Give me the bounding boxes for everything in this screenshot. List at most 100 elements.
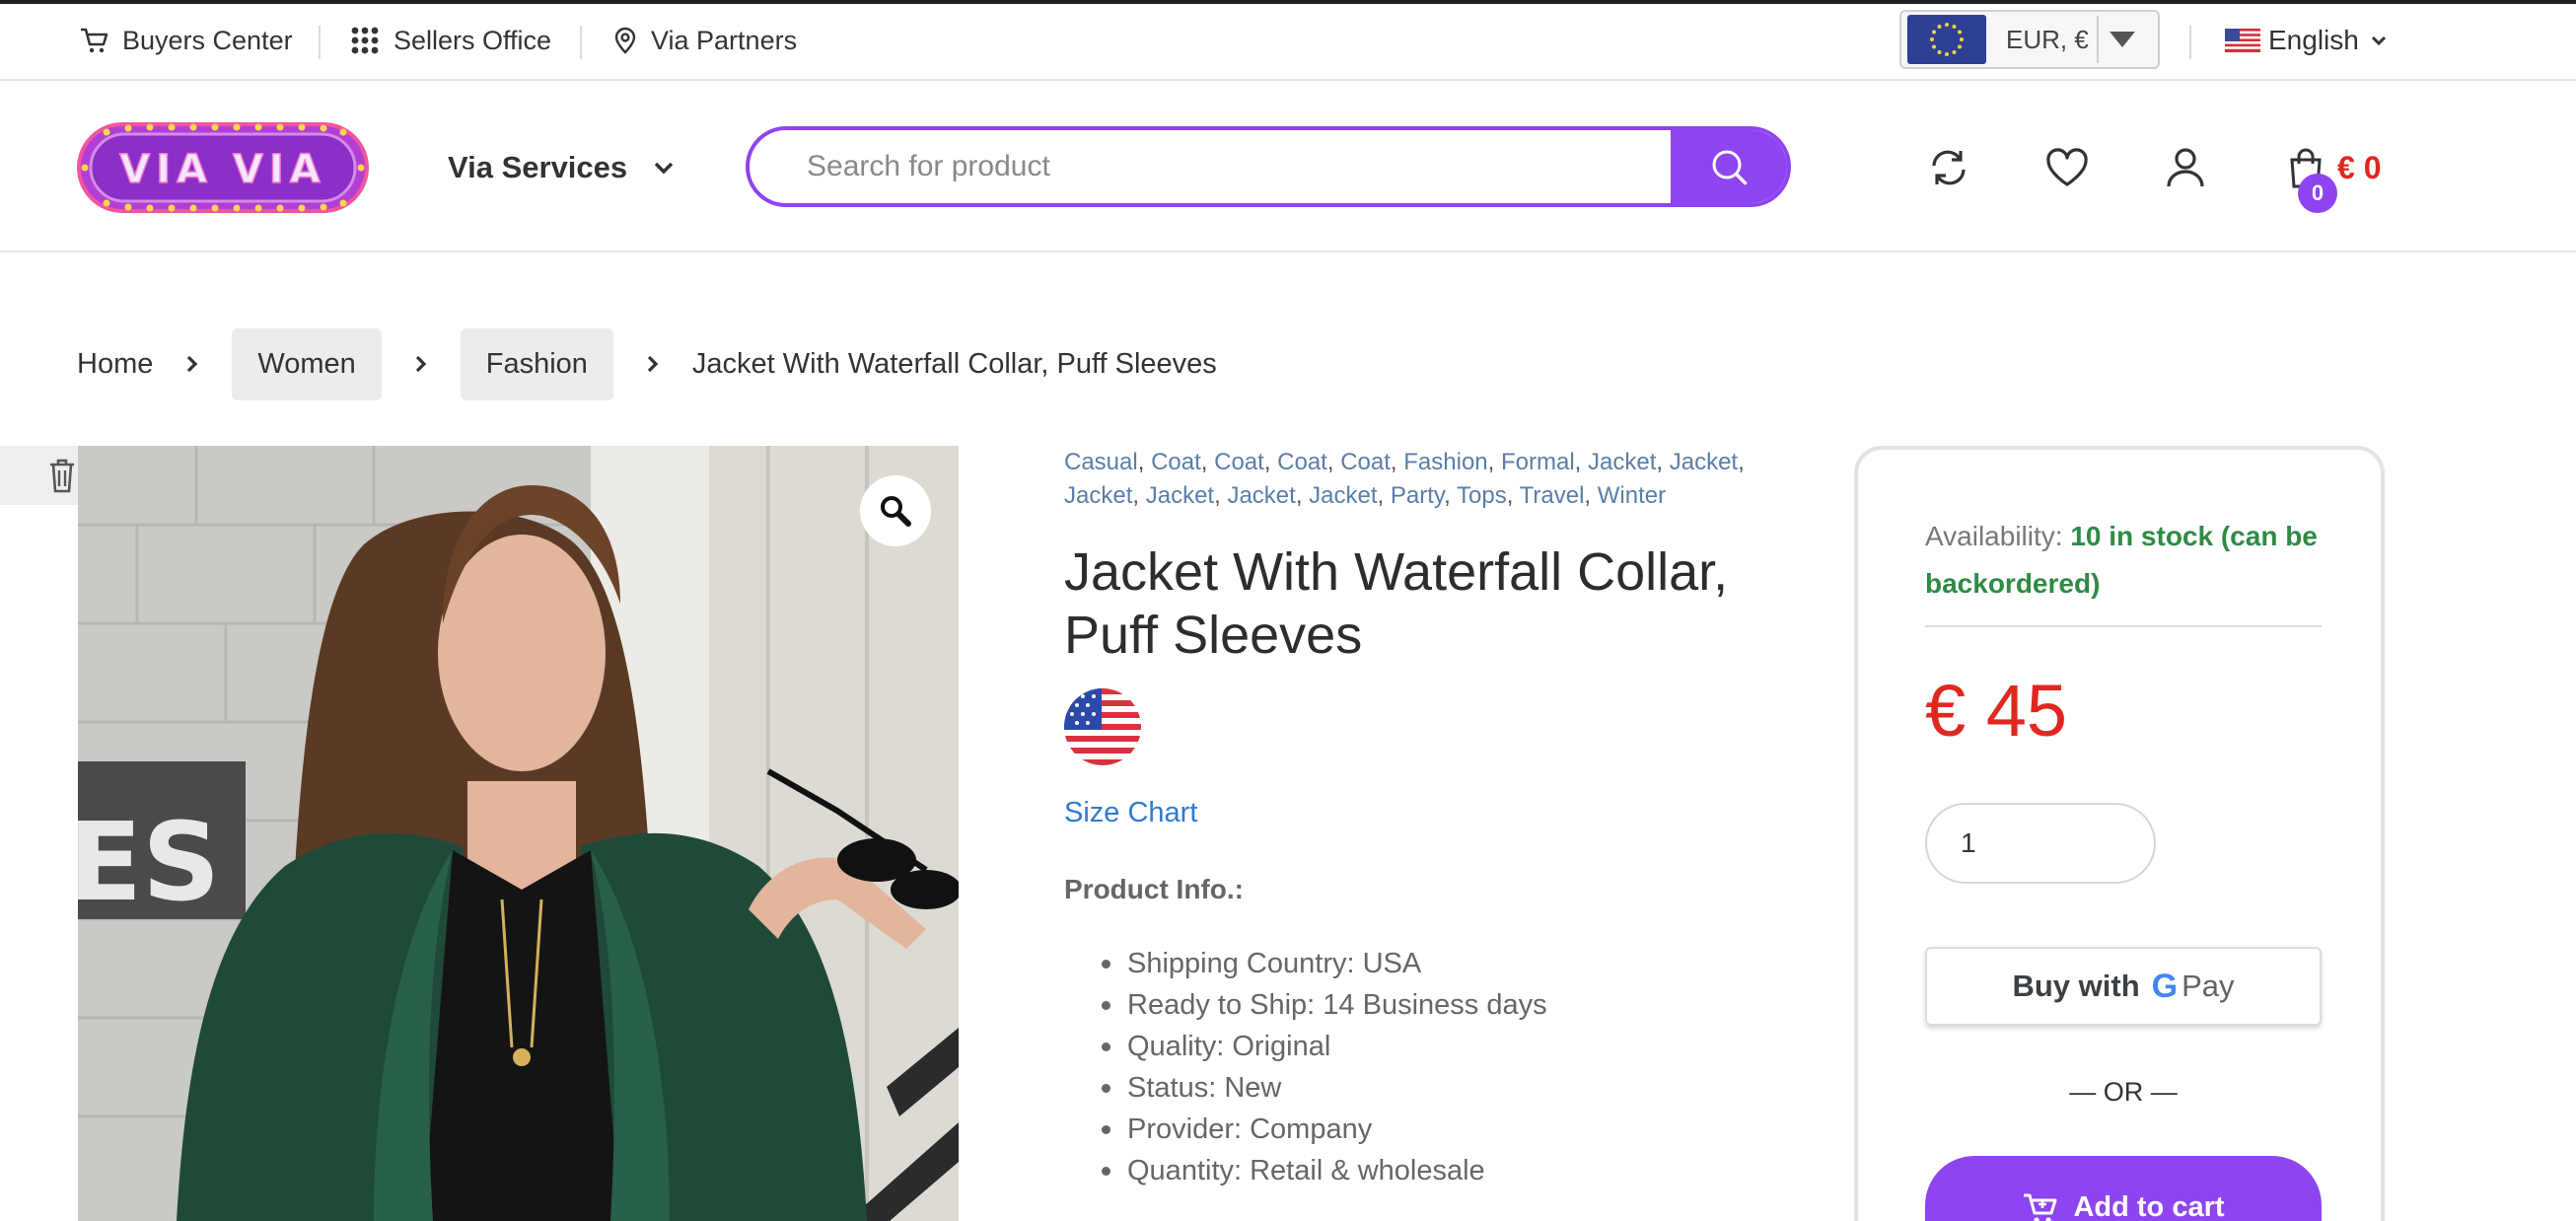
compare-button[interactable] bbox=[1923, 142, 1974, 193]
heart-icon bbox=[2046, 148, 2088, 186]
tag-link[interactable]: Casual bbox=[1064, 449, 1138, 475]
cart-icon bbox=[81, 28, 108, 53]
grid-icon bbox=[351, 27, 379, 54]
via-services-menu[interactable]: Via Services bbox=[448, 140, 675, 195]
add-to-cart-button[interactable]: Add to cart bbox=[1925, 1156, 2322, 1221]
language-label: English bbox=[2268, 25, 2359, 55]
tag-link[interactable]: Formal bbox=[1501, 449, 1575, 475]
tag-separator: , bbox=[1263, 449, 1278, 475]
chevron-down-icon bbox=[654, 162, 674, 175]
caret-down-icon bbox=[2110, 32, 2135, 47]
us-flag-icon bbox=[1064, 688, 1141, 765]
tag-separator: , bbox=[1584, 482, 1598, 509]
product-info-list: Shipping Country: USA Ready to Ship: 14 … bbox=[1102, 943, 1547, 1191]
zoom-button[interactable] bbox=[860, 475, 931, 546]
breadcrumb-home[interactable]: Home bbox=[77, 348, 153, 381]
tag-link[interactable]: Party bbox=[1391, 482, 1444, 509]
cart-count-badge: 0 bbox=[2298, 174, 2337, 213]
list-item: Provider: Company bbox=[1102, 1109, 1547, 1150]
cart-icon bbox=[2024, 1193, 2057, 1221]
location-pin-icon bbox=[614, 27, 636, 54]
size-chart-link[interactable]: Size Chart bbox=[1064, 797, 1197, 829]
quantity-input[interactable] bbox=[1925, 803, 2156, 884]
tag-separator: , bbox=[1200, 449, 1215, 475]
tag-separator: , bbox=[1574, 449, 1588, 475]
tag-link[interactable]: Jacket bbox=[1064, 482, 1132, 509]
tag-link[interactable]: Winter bbox=[1598, 482, 1666, 509]
chevron-right-icon bbox=[153, 354, 232, 374]
breadcrumb-current: Jacket With Waterfall Collar, Puff Sleev… bbox=[691, 347, 1217, 380]
tag-separator: , bbox=[1444, 482, 1458, 509]
google-g-icon: G bbox=[2151, 967, 2179, 1005]
via-services-label: Via Services bbox=[448, 150, 628, 184]
search-button[interactable] bbox=[1671, 130, 1787, 203]
tag-link[interactable]: Jacket bbox=[1227, 482, 1295, 509]
divider bbox=[319, 26, 321, 59]
gpay-suffix: Pay bbox=[2182, 969, 2235, 1003]
breadcrumb-women[interactable]: Women bbox=[232, 327, 382, 400]
product-price: € 45 bbox=[1925, 670, 2068, 752]
cart-total[interactable]: € 0 bbox=[2337, 146, 2381, 189]
tag-link[interactable]: Coat bbox=[1340, 449, 1391, 475]
via-partners-link[interactable]: Via Partners bbox=[613, 4, 797, 77]
breadcrumb-fashion[interactable]: Fashion bbox=[460, 327, 613, 400]
user-icon bbox=[2167, 148, 2204, 187]
list-item: Quantity: Retail & wholesale bbox=[1102, 1150, 1547, 1191]
via-partners-label: Via Partners bbox=[651, 25, 798, 55]
gpay-prefix: Buy with bbox=[2012, 969, 2140, 1003]
tag-link[interactable]: Travel bbox=[1520, 482, 1585, 509]
site-logo[interactable]: VIA VIA bbox=[77, 122, 369, 213]
search-icon bbox=[1712, 150, 1748, 185]
sellers-office-link[interactable]: Sellers Office bbox=[350, 4, 551, 77]
tag-separator: , bbox=[1738, 449, 1745, 475]
tag-link[interactable]: Coat bbox=[1214, 449, 1264, 475]
currency-dropdown-button[interactable] bbox=[2097, 16, 2146, 63]
buyers-center-label: Buyers Center bbox=[122, 25, 293, 55]
list-item: Status: New bbox=[1102, 1067, 1547, 1109]
compare-icon bbox=[1932, 150, 1966, 185]
currency-label: EUR, € bbox=[2006, 24, 2089, 54]
or-separator: — OR — bbox=[2069, 1077, 2178, 1107]
main-header: VIA VIA Via Services 0 € 0 bbox=[0, 83, 2576, 252]
wishlist-button[interactable] bbox=[2041, 142, 2093, 193]
logo-text: VIA VIA bbox=[119, 147, 326, 192]
availability-label: Availability: bbox=[1925, 521, 2063, 551]
divider bbox=[1925, 625, 2322, 627]
tag-link[interactable]: Tops bbox=[1457, 482, 1507, 509]
buyers-center-link[interactable]: Buyers Center bbox=[79, 4, 293, 77]
list-item: Shipping Country: USA bbox=[1102, 943, 1547, 984]
divider bbox=[580, 26, 582, 59]
product-image[interactable]: ES bbox=[78, 446, 959, 1221]
tag-link[interactable]: Jacket bbox=[1670, 449, 1738, 475]
search-input[interactable] bbox=[807, 130, 1675, 203]
buy-box: Availability: 10 in stock (can be backor… bbox=[1854, 446, 2385, 1221]
eu-flag-icon bbox=[1907, 15, 1986, 64]
product-tags: Casual, Coat, Coat, Coat, Coat, Fashion,… bbox=[1064, 446, 1794, 513]
tag-separator: , bbox=[1390, 449, 1404, 475]
tag-separator: , bbox=[1214, 482, 1228, 509]
sellers-office-label: Sellers Office bbox=[394, 25, 552, 55]
tag-link[interactable]: Jacket bbox=[1146, 482, 1214, 509]
tag-separator: , bbox=[1487, 449, 1501, 475]
account-button[interactable] bbox=[2160, 142, 2211, 193]
chevron-right-icon bbox=[382, 354, 461, 374]
tag-separator: , bbox=[1295, 482, 1310, 509]
tag-link[interactable]: Jacket bbox=[1588, 449, 1656, 475]
google-pay-button[interactable]: Buy with G Pay bbox=[1925, 947, 2322, 1026]
tag-link[interactable]: Coat bbox=[1277, 449, 1327, 475]
tag-link[interactable]: Coat bbox=[1151, 449, 1201, 475]
us-flag-icon bbox=[2225, 29, 2260, 52]
list-item: Quality: Original bbox=[1102, 1026, 1547, 1067]
trash-icon[interactable] bbox=[47, 458, 77, 493]
language-selector[interactable]: English bbox=[2225, 4, 2387, 77]
tag-link[interactable]: Jacket bbox=[1309, 482, 1377, 509]
tag-separator: , bbox=[1137, 449, 1152, 475]
tag-separator: , bbox=[1326, 449, 1341, 475]
chevron-down-icon bbox=[2371, 36, 2386, 46]
list-item: Ready to Ship: 14 Business days bbox=[1102, 984, 1547, 1026]
tag-separator: , bbox=[1377, 482, 1391, 509]
currency-selector[interactable]: EUR, € bbox=[1899, 10, 2160, 69]
add-to-cart-label: Add to cart bbox=[2073, 1191, 2225, 1221]
tag-link[interactable]: Fashion bbox=[1403, 449, 1487, 475]
product-info-title: Product Info.: bbox=[1064, 874, 1244, 904]
